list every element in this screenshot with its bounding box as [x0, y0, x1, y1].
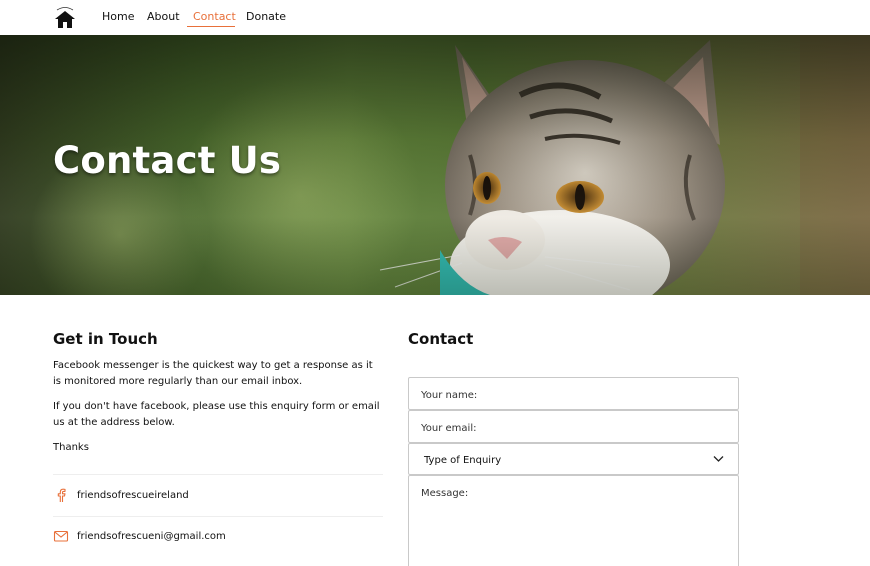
nav-home-link[interactable]: Home [102, 10, 134, 23]
nav-donate-link[interactable]: Donate [246, 10, 286, 23]
mail-icon [53, 530, 69, 542]
contact-heading: Contact [408, 330, 474, 348]
house-logo-icon[interactable] [53, 4, 77, 30]
message-textarea[interactable]: Message: [408, 475, 739, 566]
email-field-placeholder: Your email: [421, 423, 477, 434]
name-field[interactable]: Your name: [408, 377, 739, 410]
enquiry-type-value: Type of Enquiry [424, 455, 502, 466]
divider [53, 474, 383, 475]
chevron-down-icon [713, 456, 724, 462]
intro-paragraph: Facebook messenger is the quickest way t… [53, 360, 373, 387]
top-navigation: Home About Contact Donate [0, 0, 870, 35]
get-in-touch-section: Get in Touch Facebook messenger is the q… [53, 330, 383, 542]
contact-form-section: Contact Your name: Your email: Type of E… [408, 330, 740, 566]
email-field[interactable]: Your email: [408, 410, 739, 443]
facebook-icon [57, 488, 66, 502]
enquiry-paragraph: If you don't have facebook, please use t… [53, 401, 380, 428]
nav-contact-link[interactable]: Contact [193, 10, 236, 23]
facebook-link[interactable]: friendsofrescueireland [53, 485, 189, 505]
email-address: friendsofrescueni@gmail.com [77, 530, 226, 542]
nav-about-link[interactable]: About [147, 10, 180, 23]
facebook-handle: friendsofrescueireland [77, 489, 189, 501]
hero-banner: Contact Us [0, 35, 870, 295]
name-field-placeholder: Your name: [421, 390, 478, 401]
thanks-text: Thanks [53, 442, 89, 453]
message-field-placeholder: Message: [421, 488, 469, 499]
enquiry-type-select[interactable]: Type of Enquiry [408, 443, 739, 475]
page-title: Contact Us [53, 139, 282, 182]
get-in-touch-heading: Get in Touch [53, 330, 158, 348]
divider [53, 516, 383, 517]
active-nav-underline [187, 26, 235, 27]
email-link[interactable]: friendsofrescueni@gmail.com [53, 526, 226, 546]
